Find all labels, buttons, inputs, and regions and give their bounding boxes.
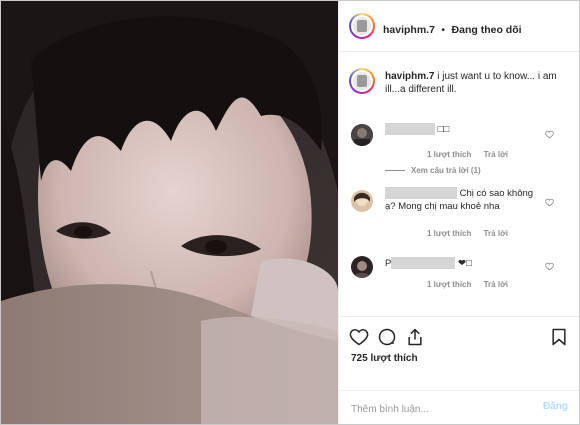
author-username[interactable]: haviphm.7	[383, 24, 435, 36]
comment-meta: 1 lượt thích Trả lời	[427, 150, 508, 159]
view-replies-label[interactable]: Xem câu trả lời (1)	[411, 166, 481, 175]
comment-text: P ❤□	[385, 257, 472, 270]
blurred-username	[391, 257, 456, 270]
comment-meta: 1 lượt thích Trả lời	[427, 280, 508, 289]
caption-username[interactable]: haviphm.7	[385, 71, 434, 82]
comment-icon[interactable]	[377, 327, 397, 347]
likes-count[interactable]: 725 lượt thích	[351, 353, 418, 364]
share-icon[interactable]	[405, 327, 425, 347]
commenter-avatar[interactable]	[351, 256, 373, 278]
portrait-image	[1, 1, 338, 424]
comment-text: □□	[385, 123, 449, 136]
comment-likes[interactable]: 1 lượt thích	[427, 280, 471, 289]
view-replies[interactable]: Xem câu trả lời (1)	[385, 166, 481, 175]
divider-line	[385, 170, 405, 172]
post-header: haviphm.7 • Đang theo dõi	[339, 1, 579, 52]
comment-body: ❤□	[457, 258, 472, 269]
avatar-image	[351, 256, 373, 278]
comment-body: □□	[437, 124, 450, 135]
commenter-avatar[interactable]	[351, 190, 373, 212]
avatar-image	[353, 72, 371, 90]
comment-like-icon[interactable]	[545, 198, 554, 207]
caption: haviphm.7 i just want u to know... i am …	[385, 70, 565, 96]
reply-button[interactable]: Trả lời	[484, 229, 508, 238]
blurred-username	[385, 187, 457, 200]
comment-meta: 1 lượt thích Trả lời	[427, 229, 508, 238]
post-comment-button[interactable]: Đăng	[543, 401, 568, 412]
post-actions: 725 lượt thích	[339, 316, 579, 392]
author-avatar[interactable]	[349, 13, 375, 39]
avatar-image	[351, 190, 373, 212]
add-comment-bar: Đăng	[339, 390, 579, 424]
commenter-avatar[interactable]	[351, 124, 373, 146]
comments-list[interactable]: haviphm.7 i just want u to know... i am …	[339, 52, 579, 314]
caption-avatar[interactable]	[349, 68, 375, 94]
post-modal: haviphm.7 • Đang theo dõi haviphm.7 i ju…	[0, 0, 580, 425]
bookmark-icon[interactable]	[549, 327, 569, 347]
blurred-username	[385, 123, 435, 136]
post-side-panel: haviphm.7 • Đang theo dõi haviphm.7 i ju…	[338, 1, 579, 424]
header-text: haviphm.7 • Đang theo dõi	[383, 20, 522, 38]
heart-icon[interactable]	[349, 327, 369, 347]
avatar-image	[353, 17, 371, 35]
comment-likes[interactable]: 1 lượt thích	[427, 229, 471, 238]
comment-likes[interactable]: 1 lượt thích	[427, 150, 471, 159]
post-photo[interactable]	[1, 1, 338, 424]
comment-like-icon[interactable]	[545, 130, 554, 139]
comment-input[interactable]	[349, 399, 523, 419]
avatar-image	[351, 124, 373, 146]
reply-button[interactable]: Trả lời	[484, 280, 508, 289]
comment-like-icon[interactable]	[545, 262, 554, 271]
comment-text: Chị có sao không ạ? Mong chị mau khoẻ nh…	[385, 187, 535, 213]
follow-status[interactable]: Đang theo dõi	[452, 24, 522, 36]
reply-button[interactable]: Trả lời	[484, 150, 508, 159]
separator-dot: •	[441, 24, 446, 36]
